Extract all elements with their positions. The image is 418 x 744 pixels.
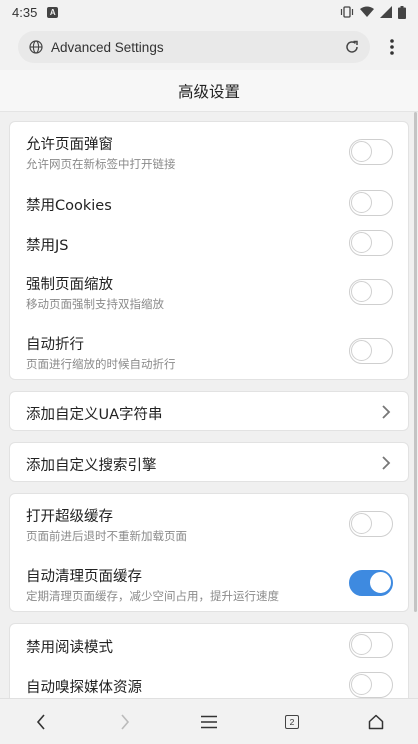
chevron-right-icon	[382, 405, 391, 419]
forward-button[interactable]	[105, 699, 145, 744]
toggle-switch[interactable]	[349, 279, 393, 305]
more-vert-icon	[390, 39, 394, 55]
page-title: 高级设置	[0, 70, 418, 112]
setting-disable-reader-mode[interactable]: 禁用阅读模式	[10, 624, 408, 664]
setting-auto-wrap[interactable]: 自动折行 页面进行缩放的时候自动折行	[10, 322, 408, 381]
settings-list[interactable]: 允许页面弹窗 允许网页在新标签中打开链接 禁用Cookies 禁用JS 强制页面…	[0, 112, 418, 698]
status-time: 4:35	[12, 4, 38, 20]
setting-auto-clear-cache[interactable]: 自动清理页面缓存 定期清理页面缓存，减少空间占用，提升运行速度	[10, 554, 408, 613]
forward-icon	[121, 714, 130, 730]
toggle-switch[interactable]	[349, 672, 393, 698]
custom-ua-label: 添加自定义UA字符串	[26, 407, 163, 423]
setting-subtitle: 页面前进后退时不重新加载页面	[26, 529, 187, 543]
toggle-switch[interactable]	[349, 632, 393, 658]
back-button[interactable]	[21, 699, 61, 744]
setting-super-cache[interactable]: 打开超级缓存 页面前进后退时不重新加载页面	[10, 494, 408, 554]
toggle-switch[interactable]	[349, 230, 393, 256]
custom-search-label: 添加自定义搜索引擎	[26, 458, 157, 474]
toggle-switch[interactable]	[349, 570, 393, 596]
setting-title: 打开超级缓存	[26, 509, 113, 525]
vibrate-icon	[340, 6, 354, 18]
general-settings-card: 允许页面弹窗 允许网页在新标签中打开链接 禁用Cookies 禁用JS 强制页面…	[9, 121, 409, 380]
address-bar[interactable]: Advanced Settings	[18, 31, 370, 63]
media-settings-card: 禁用阅读模式 自动嗅探媒体资源	[9, 623, 409, 698]
setting-allow-popups[interactable]: 允许页面弹窗 允许网页在新标签中打开链接	[10, 122, 408, 182]
scrollbar[interactable]	[414, 112, 417, 612]
bottom-navigation: 2	[0, 698, 418, 744]
setting-subtitle: 移动页面强制支持双指缩放	[26, 297, 164, 311]
setting-disable-js[interactable]: 禁用JS	[10, 222, 408, 262]
home-button[interactable]	[356, 699, 396, 744]
setting-disable-cookies[interactable]: 禁用Cookies	[10, 182, 408, 222]
custom-search-engine-card[interactable]: 添加自定义搜索引擎	[9, 442, 409, 482]
tabs-icon: 2	[285, 715, 299, 729]
toggle-switch[interactable]	[349, 190, 393, 216]
setting-subtitle: 允许网页在新标签中打开链接	[26, 157, 176, 171]
setting-title: 禁用阅读模式	[26, 640, 113, 656]
menu-icon	[201, 715, 217, 729]
back-icon	[36, 714, 45, 730]
setting-subtitle: 页面进行缩放的时候自动折行	[26, 357, 176, 371]
cache-settings-card: 打开超级缓存 页面前进后退时不重新加载页面 自动清理页面缓存 定期清理页面缓存，…	[9, 493, 409, 612]
setting-title: 自动清理页面缓存	[26, 569, 142, 585]
toggle-switch[interactable]	[349, 511, 393, 537]
battery-icon	[398, 5, 406, 19]
notification-icon: A	[47, 6, 59, 18]
setting-sniff-media[interactable]: 自动嗅探媒体资源	[10, 664, 408, 698]
chevron-right-icon	[382, 456, 391, 470]
address-text: Advanced Settings	[51, 39, 164, 55]
globe-icon	[29, 40, 43, 54]
setting-title: 禁用JS	[26, 238, 69, 254]
browser-toolbar: Advanced Settings	[0, 24, 418, 70]
signal-icon	[380, 6, 392, 18]
status-bar: 4:35 A	[0, 0, 418, 24]
more-menu-button[interactable]	[380, 31, 404, 63]
reload-icon[interactable]	[344, 39, 360, 55]
home-icon	[368, 714, 384, 730]
wifi-icon	[360, 6, 374, 17]
custom-ua-card[interactable]: 添加自定义UA字符串	[9, 391, 409, 431]
toggle-switch[interactable]	[349, 338, 393, 364]
setting-title: 禁用Cookies	[26, 198, 112, 214]
toggle-switch[interactable]	[349, 139, 393, 165]
setting-title: 允许页面弹窗	[26, 137, 113, 153]
status-icons	[340, 5, 406, 19]
setting-title: 自动折行	[26, 337, 84, 353]
setting-subtitle: 定期清理页面缓存，减少空间占用，提升运行速度	[26, 589, 279, 603]
setting-force-zoom[interactable]: 强制页面缩放 移动页面强制支持双指缩放	[10, 262, 408, 322]
setting-title: 强制页面缩放	[26, 277, 113, 293]
menu-button[interactable]	[189, 699, 229, 744]
setting-title: 自动嗅探媒体资源	[26, 680, 142, 696]
tabs-button[interactable]: 2	[272, 699, 312, 744]
